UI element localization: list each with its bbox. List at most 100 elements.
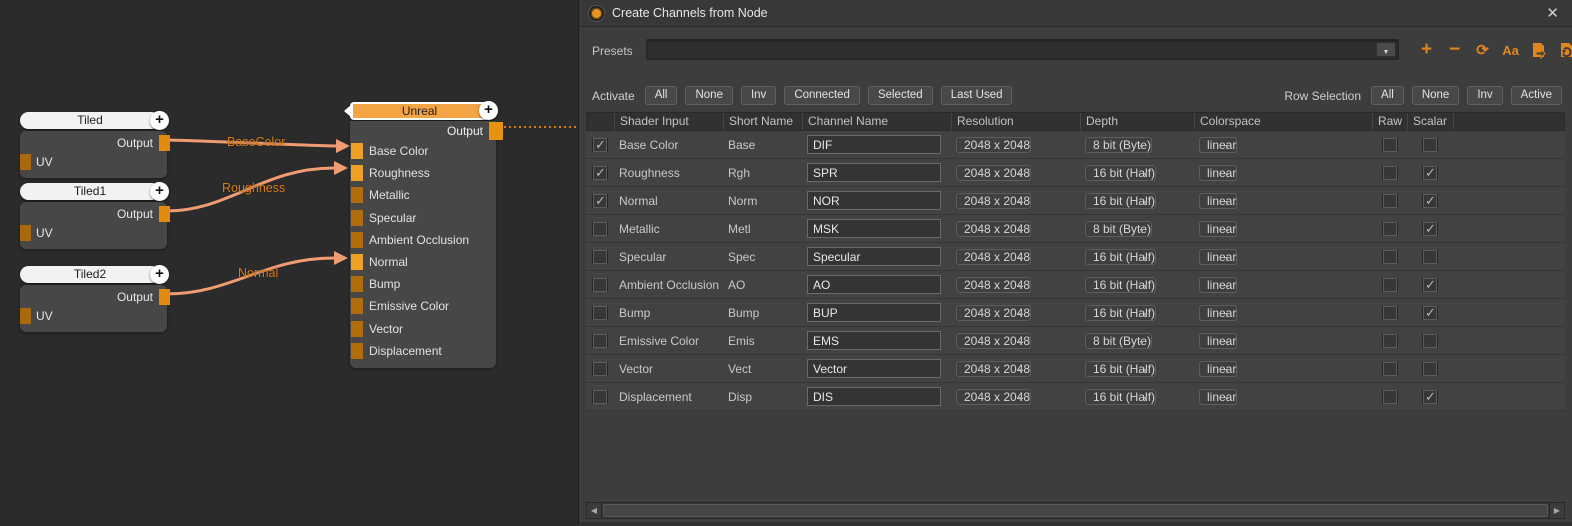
node-output-port[interactable] <box>159 206 170 222</box>
node-tiled1[interactable]: Tiled1 + Output UV <box>20 183 167 249</box>
channel-name-input[interactable] <box>807 331 941 350</box>
resolution-dropdown[interactable]: 2048 x 2048▼ <box>956 305 1031 321</box>
remove-preset-icon[interactable]: − <box>1445 39 1464 61</box>
table-row[interactable]: ✓ Roughness Rgh 2048 x 2048▼ 16 bit (Hal… <box>586 159 1565 187</box>
depth-dropdown[interactable]: 16 bit (Half)▼ <box>1085 389 1156 405</box>
resolution-dropdown[interactable]: 2048 x 2048▼ <box>956 389 1031 405</box>
colorspace-dropdown[interactable]: linear▼ <box>1199 361 1237 377</box>
channel-name-input[interactable] <box>807 219 941 238</box>
colorspace-dropdown[interactable]: linear▼ <box>1199 193 1237 209</box>
node-add-port-button[interactable]: + <box>150 265 169 284</box>
channel-name-input[interactable] <box>807 359 941 378</box>
colorspace-dropdown[interactable]: linear▼ <box>1199 333 1237 349</box>
activate-none-button[interactable]: None <box>685 86 733 105</box>
scrollbar-thumb[interactable] <box>603 504 1548 517</box>
channel-name-input[interactable] <box>807 387 941 406</box>
dialog-titlebar[interactable]: Create Channels from Node ✕ <box>579 0 1572 27</box>
scalar-checkbox[interactable]: ✓ <box>1423 250 1437 264</box>
node-add-port-button[interactable]: + <box>150 182 169 201</box>
table-row[interactable]: ✓ Normal Norm 2048 x 2048▼ 16 bit (Half)… <box>586 187 1565 215</box>
presets-dropdown-button[interactable]: ▼ <box>1376 42 1396 57</box>
channel-name-input[interactable] <box>807 247 941 266</box>
channel-name-input[interactable] <box>807 275 941 294</box>
input-port[interactable] <box>351 298 363 314</box>
colorspace-dropdown[interactable]: linear▼ <box>1199 165 1237 181</box>
export-preset-icon[interactable] <box>1529 41 1548 59</box>
input-port[interactable] <box>351 254 363 270</box>
row-selection-inv-button[interactable]: Inv <box>1467 86 1502 105</box>
resolution-dropdown[interactable]: 2048 x 2048▼ <box>956 165 1031 181</box>
raw-checkbox[interactable]: ✓ <box>1383 278 1397 292</box>
activate-checkbox[interactable]: ✓ <box>593 138 607 152</box>
node-uv-port[interactable] <box>20 225 31 241</box>
scalar-checkbox[interactable]: ✓ <box>1423 306 1437 320</box>
scalar-checkbox[interactable]: ✓ <box>1423 278 1437 292</box>
resolution-dropdown[interactable]: 2048 x 2048▼ <box>956 193 1031 209</box>
node-unreal[interactable]: Unreal + Output Base Color Roughness Met… <box>350 102 496 368</box>
node-tiled2[interactable]: Tiled2 + Output UV <box>20 266 167 332</box>
depth-dropdown[interactable]: 16 bit (Half)▼ <box>1085 361 1156 377</box>
depth-dropdown[interactable]: 16 bit (Half)▼ <box>1085 277 1156 293</box>
table-row[interactable]: ✓ Metallic Metl 2048 x 2048▼ 8 bit (Byte… <box>586 215 1565 243</box>
input-port[interactable] <box>351 343 363 359</box>
node-tiled[interactable]: Tiled + Output UV <box>20 112 167 178</box>
unreal-add-port-button[interactable]: + <box>479 101 498 120</box>
input-port[interactable] <box>351 232 363 248</box>
activate-checkbox[interactable]: ✓ <box>593 362 607 376</box>
node-canvas[interactable]: BaseColor Roughness Normal Unreal + Outp… <box>0 0 578 526</box>
colorspace-dropdown[interactable]: linear▼ <box>1199 305 1237 321</box>
activate-all-button[interactable]: All <box>645 86 678 105</box>
table-row[interactable]: ✓ Displacement Disp 2048 x 2048▼ 16 bit … <box>586 383 1565 411</box>
scalar-checkbox[interactable]: ✓ <box>1423 334 1437 348</box>
depth-dropdown[interactable]: 16 bit (Half)▼ <box>1085 165 1156 181</box>
raw-checkbox[interactable]: ✓ <box>1383 194 1397 208</box>
table-row[interactable]: ✓ Base Color Base 2048 x 2048▼ 8 bit (By… <box>586 131 1565 159</box>
input-port[interactable] <box>351 187 363 203</box>
input-port[interactable] <box>351 276 363 292</box>
add-preset-icon[interactable]: + <box>1417 39 1436 61</box>
scroll-left-icon[interactable]: ◀ <box>587 503 602 518</box>
raw-checkbox[interactable]: ✓ <box>1383 250 1397 264</box>
raw-checkbox[interactable]: ✓ <box>1383 390 1397 404</box>
node-header[interactable]: Tiled + <box>20 112 160 129</box>
row-selection-none-button[interactable]: None <box>1412 86 1460 105</box>
presets-dropdown[interactable]: ▼ <box>646 39 1399 60</box>
raw-checkbox[interactable]: ✓ <box>1383 138 1397 152</box>
table-row[interactable]: ✓ Vector Vect 2048 x 2048▼ 16 bit (Half)… <box>586 355 1565 383</box>
raw-checkbox[interactable]: ✓ <box>1383 306 1397 320</box>
row-selection-active-button[interactable]: Active <box>1511 86 1562 105</box>
refresh-presets-icon[interactable]: ⟳ <box>1473 41 1492 59</box>
depth-dropdown[interactable]: 16 bit (Half)▼ <box>1085 305 1156 321</box>
depth-dropdown[interactable]: 8 bit (Byte)▼ <box>1085 221 1152 237</box>
raw-checkbox[interactable]: ✓ <box>1383 166 1397 180</box>
activate-checkbox[interactable]: ✓ <box>593 166 607 180</box>
raw-checkbox[interactable]: ✓ <box>1383 334 1397 348</box>
resolution-dropdown[interactable]: 2048 x 2048▼ <box>956 221 1031 237</box>
import-preset-icon[interactable] <box>1557 41 1572 59</box>
rename-preset-icon[interactable]: Aa <box>1501 43 1520 58</box>
raw-checkbox[interactable]: ✓ <box>1383 222 1397 236</box>
resolution-dropdown[interactable]: 2048 x 2048▼ <box>956 277 1031 293</box>
activate-checkbox[interactable]: ✓ <box>593 306 607 320</box>
unreal-output-port[interactable] <box>489 122 503 140</box>
colorspace-dropdown[interactable]: linear▼ <box>1199 221 1237 237</box>
node-output-port[interactable] <box>159 135 170 151</box>
input-port[interactable] <box>351 165 363 181</box>
node-header[interactable]: Tiled2 + <box>20 266 160 283</box>
unreal-node-header[interactable]: Unreal + <box>350 102 489 120</box>
depth-dropdown[interactable]: 16 bit (Half)▼ <box>1085 249 1156 265</box>
activate-inv-button[interactable]: Inv <box>741 86 776 105</box>
channel-name-input[interactable] <box>807 135 941 154</box>
input-port[interactable] <box>351 210 363 226</box>
activate-checkbox[interactable]: ✓ <box>593 250 607 264</box>
activate-connected-button[interactable]: Connected <box>784 86 860 105</box>
scalar-checkbox[interactable]: ✓ <box>1423 390 1437 404</box>
activate-checkbox[interactable]: ✓ <box>593 194 607 208</box>
horizontal-scrollbar[interactable]: ◀ ▶ <box>586 502 1565 519</box>
activate-last-used-button[interactable]: Last Used <box>941 86 1013 105</box>
node-header[interactable]: Tiled1 + <box>20 183 160 200</box>
table-row[interactable]: ✓ Emissive Color Emis 2048 x 2048▼ 8 bit… <box>586 327 1565 355</box>
colorspace-dropdown[interactable]: linear▼ <box>1199 137 1237 153</box>
channel-name-input[interactable] <box>807 191 941 210</box>
scalar-checkbox[interactable]: ✓ <box>1423 222 1437 236</box>
